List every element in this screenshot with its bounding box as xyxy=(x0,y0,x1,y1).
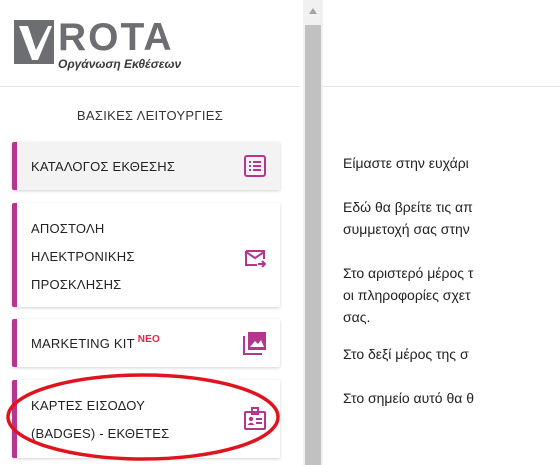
logo-name: ROTA xyxy=(58,16,174,59)
sidebar-scrollbar[interactable] xyxy=(303,0,323,465)
mail-send-icon xyxy=(245,250,267,268)
main-paragraph: Στο σημείο αυτό θα θ xyxy=(343,387,474,409)
paragraph-line: οι πληροφορίες σχετ xyxy=(343,287,471,303)
menu-item-label: ΚΑΤΑΛΟΓΟΣ ΕΚΘΕΣΗΣ xyxy=(31,159,175,174)
scroll-thumb[interactable] xyxy=(305,25,321,465)
menu-item-label: MARKETING KIT ΝΕΟ xyxy=(31,334,160,351)
paragraph-line: Στο δεξί μέρος της σ xyxy=(343,346,469,362)
main-paragraph: Είμαστε στην ευχάρι xyxy=(343,152,469,174)
paragraph-line: συμμετοχή σας στην xyxy=(343,221,470,237)
sidebar: ROTA Οργάνωση Εκθέσεων ΒΑΣΙΚΕΣ ΛΕΙΤΟΥΡΓΙ… xyxy=(0,0,300,465)
sidebar-divider xyxy=(0,86,300,87)
menu-item-label-line: ΚΑΤΑΛΟΓΟΣ ΕΚΘΕΣΗΣ xyxy=(31,159,176,174)
menu-item-label: ΑΠΟΣΤΟΛΗ ΗΛΕΚΤΡΟΝΙΚΗΣ ΠΡΟΣΚΛΗΣΗΣ xyxy=(31,215,135,299)
logo[interactable]: ROTA Οργάνωση Εκθέσεων xyxy=(14,16,234,71)
menu-item-exhibition-catalog[interactable]: ΚΑΤΑΛΟΓΟΣ ΕΚΘΕΣΗΣ xyxy=(12,142,280,190)
main-paragraph: Στο δεξί μέρος της σ xyxy=(343,343,469,365)
paragraph-line: Είμαστε στην ευχάρι xyxy=(343,155,469,171)
menu-item-label-line: MARKETING KIT xyxy=(31,336,135,351)
paragraph-line: Εδώ θα βρείτε τις απ xyxy=(343,199,473,215)
menu-item-send-invitation[interactable]: ΑΠΟΣΤΟΛΗ ΗΛΕΚΤΡΟΝΙΚΗΣ ΠΡΟΣΚΛΗΣΗΣ xyxy=(12,203,280,307)
header-divider xyxy=(323,86,560,87)
annotation-ellipse xyxy=(6,373,280,461)
list-icon xyxy=(244,155,266,177)
rota-logo-mark-icon xyxy=(14,20,54,64)
main-paragraph: Εδώ θα βρείτε τις απ συμμετοχή σας στην xyxy=(343,196,473,240)
paragraph-line: σας. xyxy=(343,309,371,325)
paragraph-line: Στο σημείο αυτό θα θ xyxy=(343,390,475,406)
image-icon xyxy=(243,332,266,355)
menu-item-label-line: ΗΛΕΚΤΡΟΝΙΚΗΣ xyxy=(31,249,135,264)
new-badge: ΝΕΟ xyxy=(137,334,160,345)
paragraph-line: Στο αριστερό μέρος τ xyxy=(343,265,474,281)
menu-item-label-line: ΠΡΟΣΚΛΗΣΗΣ xyxy=(31,277,122,292)
main-paragraph: Στο αριστερό μέρος τ οι πληροφορίες σχετ… xyxy=(343,262,473,328)
menu-item-marketing-kit[interactable]: MARKETING KIT ΝΕΟ xyxy=(12,319,280,367)
scroll-up-arrow-icon[interactable] xyxy=(309,8,317,14)
logo-subtitle: Οργάνωση Εκθέσεων xyxy=(58,57,182,71)
menu-item-label-line: ΑΠΟΣΤΟΛΗ xyxy=(31,221,105,236)
section-title: ΒΑΣΙΚΕΣ ΛΕΙΤΟΥΡΓΙΕΣ xyxy=(76,108,224,123)
